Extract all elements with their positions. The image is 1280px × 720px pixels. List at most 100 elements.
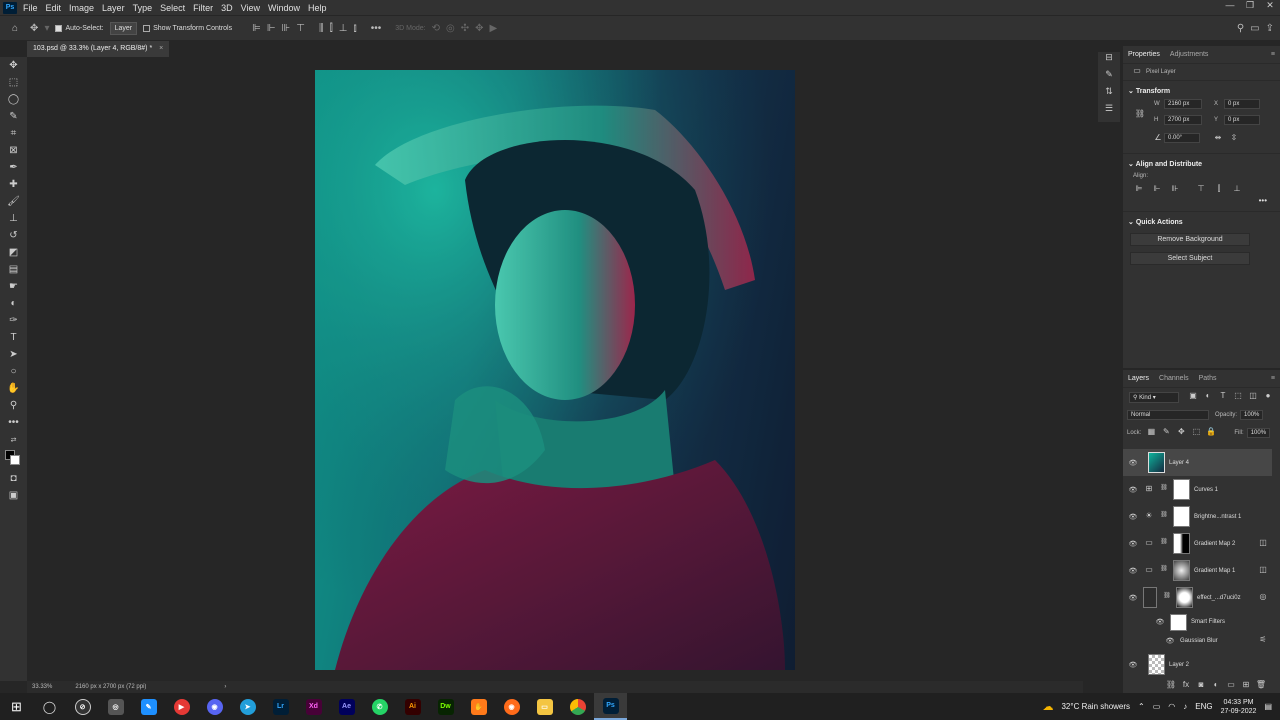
player-app-icon[interactable]: ▶: [165, 693, 198, 720]
whatsapp-icon[interactable]: ✆: [363, 693, 396, 720]
fill-field[interactable]: 100%: [1246, 428, 1271, 438]
filter-toggle-icon[interactable]: ●: [1262, 391, 1274, 403]
chevron-down-icon[interactable]: ▾: [44, 23, 49, 34]
align-bottom-icon[interactable]: ⊥: [339, 23, 348, 34]
crop-tool-icon[interactable]: ⌗: [0, 125, 27, 142]
tab-layers[interactable]: Layers: [1123, 375, 1154, 382]
delete-layer-icon[interactable]: 🗑: [1255, 680, 1267, 692]
filter-adjustment-icon[interactable]: ◐: [1202, 391, 1214, 403]
stamp-tool-icon[interactable]: ⊥: [0, 210, 27, 227]
align-title[interactable]: ⌄ Align and Distribute: [1128, 160, 1275, 168]
layer-style-icon[interactable]: fx: [1180, 680, 1192, 692]
layer-row[interactable]: 👁 ☀ ⛓ Brightne...ntrast 1: [1123, 503, 1272, 530]
close-button[interactable]: ✕: [1260, 0, 1280, 15]
telegram-icon[interactable]: ➤: [231, 693, 264, 720]
eraser-tool-icon[interactable]: ◩: [0, 244, 27, 261]
screen-mode-icon[interactable]: ▣: [0, 487, 27, 504]
document-canvas[interactable]: [315, 70, 795, 670]
chrome-icon[interactable]: [561, 693, 594, 720]
eyedropper-tool-icon[interactable]: ✒: [0, 159, 27, 176]
tab-properties[interactable]: Properties: [1123, 51, 1165, 58]
distribute-icon[interactable]: ⫼: [319, 23, 324, 34]
orange-app-icon[interactable]: ✋: [462, 693, 495, 720]
collapse-icon[interactable]: ⌄: [1128, 161, 1134, 168]
align-center-icon[interactable]: ⊩: [267, 23, 276, 34]
visibility-eye-icon[interactable]: 👁: [1155, 618, 1165, 626]
visibility-eye-icon[interactable]: 👁: [1128, 540, 1138, 548]
menu-file[interactable]: File: [23, 3, 38, 13]
quick-select-tool-icon[interactable]: ✎: [0, 108, 27, 125]
properties-icon[interactable]: ☰: [1098, 103, 1120, 120]
dreamweaver-icon[interactable]: Dw: [429, 693, 462, 720]
search-icon[interactable]: ⚲: [1237, 23, 1244, 34]
align-vertical-centers-icon[interactable]: ⫿: [1213, 184, 1225, 196]
align-top-edges-icon[interactable]: ⊤: [1195, 184, 1207, 196]
volume-icon[interactable]: ♪: [1183, 702, 1187, 711]
brush-settings-icon[interactable]: ✎: [1098, 69, 1120, 86]
menu-window[interactable]: Window: [268, 3, 300, 13]
close-tab-icon[interactable]: ×: [159, 45, 163, 52]
lasso-tool-icon[interactable]: ◯: [0, 91, 27, 108]
blend-mode-dropdown[interactable]: Normal: [1127, 410, 1209, 420]
quick-mask-icon[interactable]: ◘: [0, 470, 27, 487]
flip-vertical-icon[interactable]: ⇳: [1228, 133, 1240, 145]
collapse-icon[interactable]: ⌄: [1128, 219, 1134, 226]
layer-row[interactable]: 👁 ⊞ ⛓ Curves 1: [1123, 476, 1272, 503]
align-right-icon[interactable]: ⊪: [282, 23, 291, 34]
color-swatches[interactable]: [0, 448, 27, 470]
angle-field[interactable]: 0.00°: [1164, 133, 1200, 143]
path-select-icon[interactable]: ➤: [0, 346, 27, 363]
discord-icon[interactable]: ◉: [198, 693, 231, 720]
move-tool-icon[interactable]: ✥: [30, 23, 38, 34]
weather-text[interactable]: 32°C Rain showers: [1061, 702, 1130, 711]
weather-icon[interactable]: ☁: [1042, 700, 1053, 713]
pen-tool-icon[interactable]: ✑: [0, 312, 27, 329]
slide-icon[interactable]: ✥: [475, 23, 483, 34]
adjustments-icon[interactable]: ⇅: [1098, 86, 1120, 103]
filter-type-icon[interactable]: T: [1217, 391, 1229, 403]
menu-layer[interactable]: Layer: [102, 3, 125, 13]
visibility-eye-icon[interactable]: 👁: [1128, 459, 1138, 467]
dodge-tool-icon[interactable]: ◐: [0, 295, 27, 312]
marquee-tool-icon[interactable]: ⬚: [0, 74, 27, 91]
lock-all-icon[interactable]: 🔒: [1205, 427, 1217, 439]
wifi-icon[interactable]: ◠: [1168, 702, 1175, 711]
align-left-edges-icon[interactable]: ⊫: [1133, 184, 1145, 196]
show-transform-checkbox[interactable]: Show Transform Controls: [143, 24, 232, 32]
height-field[interactable]: 2700 px: [1164, 115, 1202, 125]
layer-row[interactable]: 👁 Layer 4: [1123, 449, 1272, 476]
language-indicator[interactable]: ENG: [1195, 702, 1212, 711]
more-tools-icon[interactable]: •••: [0, 414, 27, 431]
visibility-eye-icon[interactable]: 👁: [1128, 486, 1138, 494]
zoom-level[interactable]: 33.33%: [32, 684, 52, 690]
workspace-icon[interactable]: ▭: [1250, 23, 1259, 34]
document-tab[interactable]: 103.psd @ 33.3% (Layer 4, RGB/8#) * ×: [27, 41, 170, 57]
opacity-field[interactable]: 100%: [1240, 410, 1264, 420]
firefox-icon[interactable]: ◉: [495, 693, 528, 720]
layer-row[interactable]: 👁 Gaussian Blur ⚟: [1123, 633, 1272, 649]
width-field[interactable]: 2160 px: [1164, 99, 1202, 109]
media-app-icon[interactable]: ⊘: [66, 693, 99, 720]
history-icon[interactable]: ⊟: [1098, 52, 1120, 69]
video-icon[interactable]: ▶: [490, 23, 498, 34]
layer-row[interactable]: 👁 ▭ ⛓ Gradient Map 2 ◫: [1123, 530, 1272, 557]
layer-row[interactable]: 👁 ⛓ effect_...d7uci0z ◎: [1123, 584, 1272, 611]
lock-pixels-icon[interactable]: ✎: [1160, 427, 1172, 439]
windows-start-icon[interactable]: ⊞: [0, 693, 33, 720]
notifications-icon[interactable]: ▤: [1264, 702, 1272, 711]
visibility-eye-icon[interactable]: 👁: [1128, 594, 1138, 602]
layers-menu-icon[interactable]: ≡: [1266, 375, 1280, 382]
lock-artboard-icon[interactable]: ⬚: [1190, 427, 1202, 439]
layer-row[interactable]: 👁 Smart Filters: [1123, 611, 1272, 633]
kind-filter-dropdown[interactable]: ⚲ Kind ▾: [1129, 391, 1179, 403]
filter-options-icon[interactable]: ⚟: [1257, 635, 1269, 647]
align-horizontal-centers-icon[interactable]: ⊩: [1151, 184, 1163, 196]
menu-image[interactable]: Image: [69, 3, 94, 13]
lock-transparent-icon[interactable]: ▦: [1145, 427, 1157, 439]
layer-row[interactable]: 👁 Layer 2: [1123, 651, 1272, 678]
type-tool-icon[interactable]: T: [0, 329, 27, 346]
visibility-eye-icon[interactable]: 👁: [1128, 567, 1138, 575]
tab-channels[interactable]: Channels: [1154, 375, 1194, 382]
status-arrow-icon[interactable]: ›: [224, 684, 226, 690]
auto-select-dropdown[interactable]: Layer: [109, 21, 138, 35]
